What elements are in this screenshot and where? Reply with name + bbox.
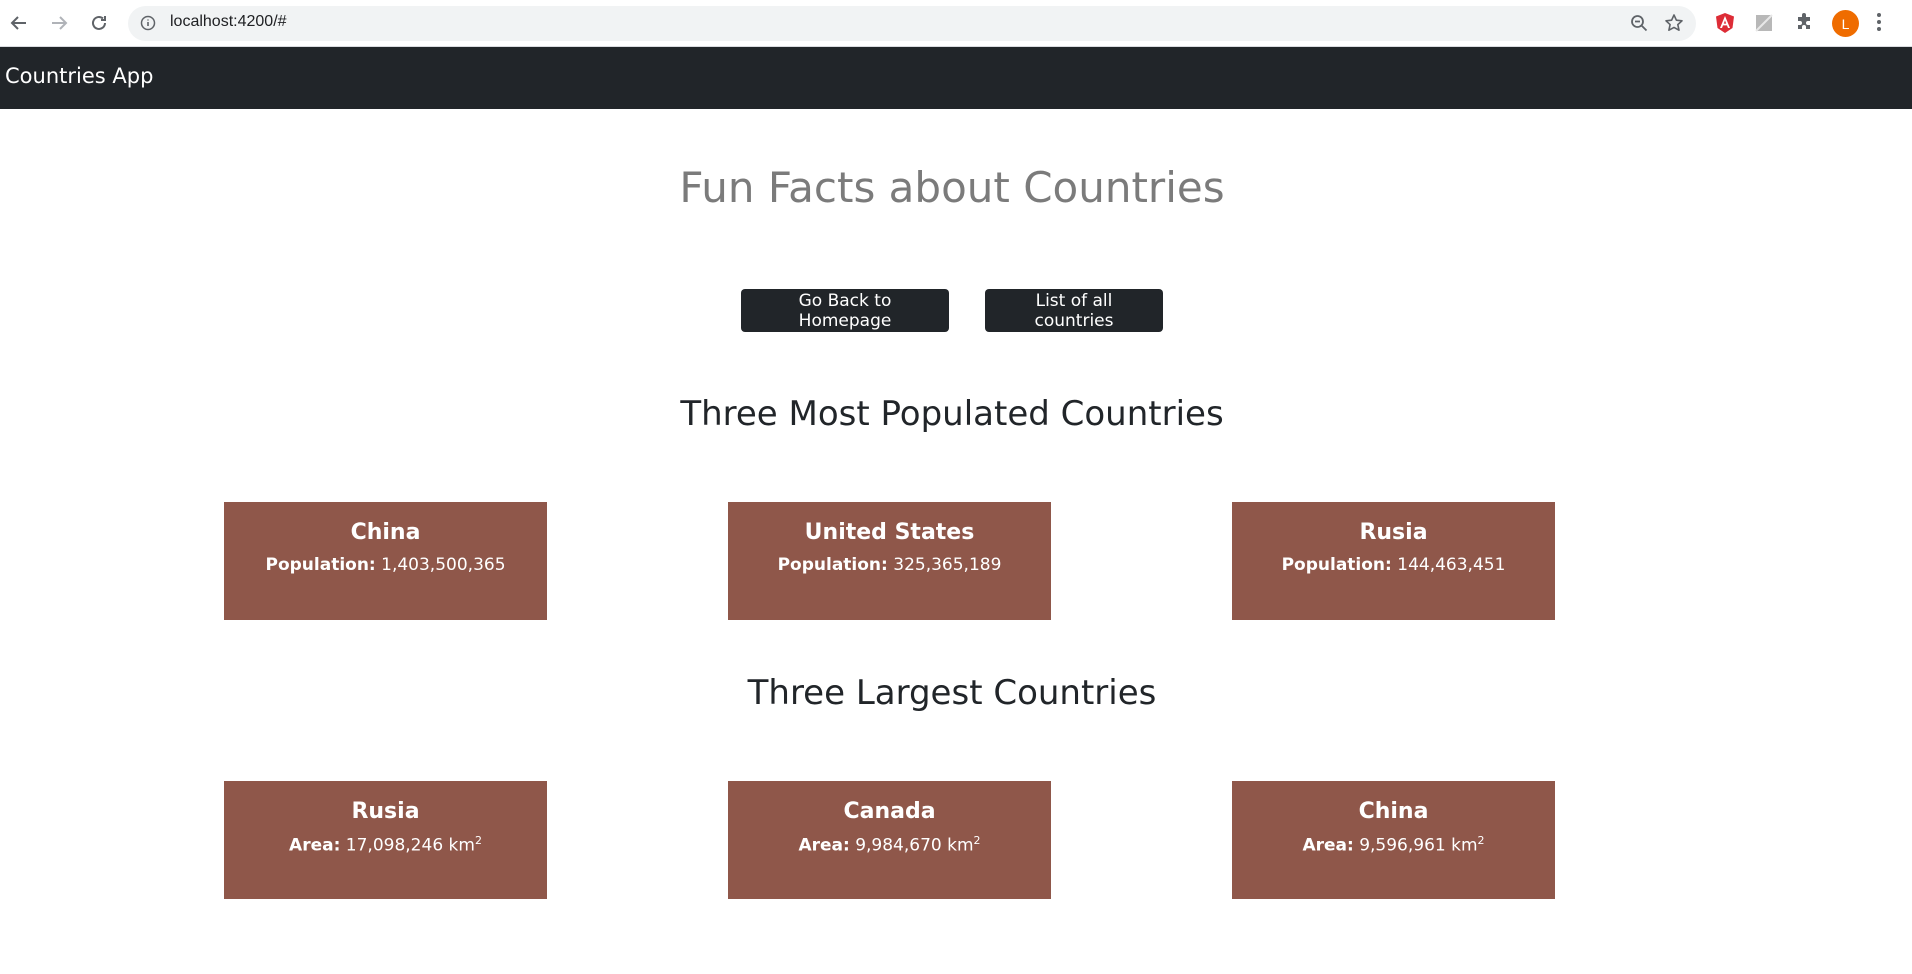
country-name: Rusia (351, 799, 420, 824)
page-title: Fun Facts about Countries (679, 163, 1225, 212)
area-fact: Area: 9,984,670 km2 (728, 834, 1051, 856)
puzzle-extensions-icon[interactable] (1792, 11, 1816, 35)
population-label: Population: (265, 555, 376, 575)
area-unit-exponent: 2 (474, 834, 482, 847)
country-name: Canada (843, 799, 936, 824)
url-text: localhost:4200/# (170, 13, 287, 30)
populated-section-title: Three Most Populated Countries (680, 394, 1224, 434)
area-value: 17,098,246 (345, 835, 444, 856)
area-unit-exponent: 2 (1477, 834, 1485, 847)
largest-card-china: China Area: 9,596,961 km2 (1232, 781, 1555, 899)
population-value: 1,403,500,365 (381, 555, 506, 575)
browser-toolbar: localhost:4200/# L (0, 0, 1912, 47)
population-label: Population: (1281, 555, 1392, 575)
area-label: Area: (289, 835, 341, 856)
population-value: 144,463,451 (1397, 555, 1506, 575)
profile-avatar[interactable]: L (1832, 10, 1859, 37)
population-fact: Population: 325,365,189 (728, 555, 1051, 575)
largest-card-rusia: Rusia Area: 17,098,246 km2 (224, 781, 547, 899)
area-unit: km (947, 835, 974, 856)
country-name: United States (804, 520, 975, 545)
populated-card-united-states: United States Population: 325,365,189 (728, 502, 1051, 620)
area-unit: km (448, 835, 475, 856)
forward-icon[interactable] (46, 10, 72, 36)
population-value: 325,365,189 (893, 555, 1002, 575)
bookmark-star-icon[interactable] (1664, 13, 1684, 37)
population-fact: Population: 144,463,451 (1232, 555, 1555, 575)
area-label: Area: (1302, 835, 1354, 856)
largest-card-canada: Canada Area: 9,984,670 km2 (728, 781, 1051, 899)
country-name: China (350, 520, 421, 545)
area-fact: Area: 9,596,961 km2 (1232, 834, 1555, 856)
action-buttons: Go Back to Homepage List of all countrie… (0, 289, 1904, 332)
populated-card-china: China Population: 1,403,500,365 (224, 502, 547, 620)
area-unit: km (1451, 835, 1478, 856)
area-value: 9,984,670 (855, 835, 942, 856)
app-navbar: Countries App (0, 47, 1912, 109)
browser-menu-icon[interactable] (1876, 11, 1882, 37)
navbar-brand[interactable]: Countries App (5, 64, 153, 88)
largest-section-title: Three Largest Countries (747, 673, 1157, 713)
zoom-icon[interactable] (1630, 14, 1648, 36)
site-info-icon[interactable] (140, 15, 156, 35)
country-name: Rusia (1359, 520, 1428, 545)
reload-icon[interactable] (86, 10, 112, 36)
angular-extension-icon[interactable] (1713, 11, 1737, 35)
area-unit-exponent: 2 (973, 834, 981, 847)
country-name: China (1358, 799, 1429, 824)
populated-card-rusia: Rusia Population: 144,463,451 (1232, 502, 1555, 620)
area-value: 9,596,961 (1359, 835, 1446, 856)
extension-icon[interactable] (1752, 11, 1776, 35)
population-fact: Population: 1,403,500,365 (224, 555, 547, 575)
back-icon[interactable] (6, 10, 32, 36)
area-label: Area: (798, 835, 850, 856)
area-fact: Area: 17,098,246 km2 (224, 834, 547, 856)
list-all-countries-button[interactable]: List of all countries (985, 289, 1163, 332)
address-bar[interactable]: localhost:4200/# (128, 6, 1696, 41)
go-back-homepage-button[interactable]: Go Back to Homepage (741, 289, 949, 332)
population-label: Population: (777, 555, 888, 575)
